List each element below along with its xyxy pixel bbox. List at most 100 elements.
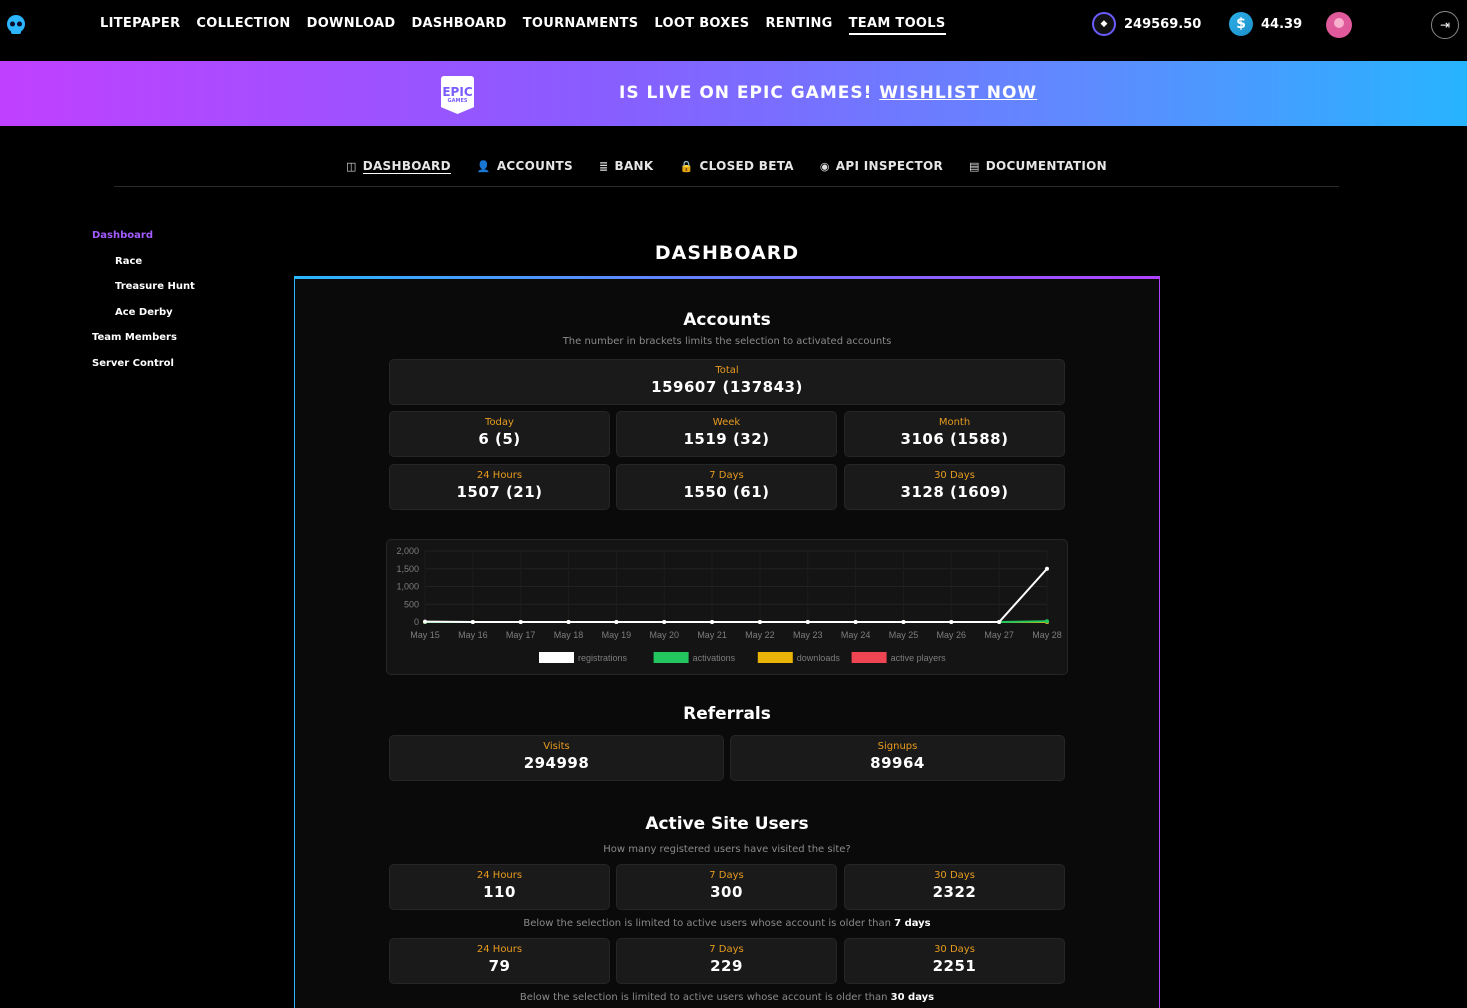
sidebar: Dashboard Race Treasure Hunt Ace Derby Team … [92, 230, 195, 383]
data-point [662, 620, 667, 624]
active-users-older-stat-card: 7 Days 229 [616, 938, 837, 984]
active-users-older-stat-card: 24 Hours 79 [389, 938, 610, 984]
legend-swatch [851, 652, 887, 663]
tab-label: BANK [614, 159, 654, 173]
nav-link-tournaments[interactable]: TOURNAMENTS [523, 16, 639, 35]
x-tick-label: May 26 [937, 630, 967, 640]
user-icon: 👤 [476, 159, 491, 173]
stat-value: 300 [710, 883, 743, 901]
x-tick-label: May 24 [841, 630, 871, 640]
stat-label: 30 Days [934, 470, 975, 481]
tab-accounts[interactable]: 👤 ACCOUNTS [477, 155, 573, 177]
epic-games-banner: EPIC GAMES IS LIVE ON EPIC GAMES! WISHLI… [0, 61, 1467, 126]
sidebar-item-race[interactable]: Race [92, 256, 195, 282]
x-tick-label: May 27 [984, 630, 1014, 640]
nav-link-renting[interactable]: RENTING [765, 16, 832, 35]
stat-value: 2322 [932, 883, 977, 901]
x-tick-label: May 17 [506, 630, 536, 640]
epic-games-logo[interactable]: EPIC GAMES [441, 76, 474, 114]
tab-label: DASHBOARD [362, 158, 451, 174]
stat-label: 24 Hours [476, 870, 523, 881]
stat-value: 6 (5) [478, 430, 521, 448]
stat-label: 7 Days [709, 870, 744, 881]
token-wallet[interactable]: ◆ 249569.50 [1092, 12, 1201, 36]
data-point [423, 619, 427, 624]
stat-value: 294998 [523, 754, 590, 772]
data-point [949, 620, 954, 624]
tab-dashboard[interactable]: ◫ DASHBOARD [346, 155, 451, 177]
eye-icon: ◉ [819, 159, 830, 173]
stat-label: 24 Hours [476, 470, 523, 481]
dashboard-icon: ◫ [345, 159, 357, 173]
accounts-stat-card: 30 Days 3128 (1609) [844, 464, 1065, 510]
nav-link-collection[interactable]: COLLECTION [196, 16, 290, 35]
nav-link-loot-boxes[interactable]: LOOT BOXES [654, 16, 749, 35]
data-point [1045, 619, 1049, 624]
active-users-stat-card: 24 Hours 110 [389, 864, 610, 910]
top-navigation: LITEPAPER COLLECTION DOWNLOAD DASHBOARD TOUR… [0, 0, 1467, 61]
stat-label: Week [712, 417, 741, 428]
sidebar-item-dashboard[interactable]: Dashboard [92, 230, 195, 256]
tab-documentation[interactable]: ▤ DOCUMENTATION [969, 155, 1107, 177]
y-tick-label: 2,000 [396, 546, 419, 556]
y-tick-label: 1,500 [396, 564, 419, 574]
sidebar-item-treasure-hunt[interactable]: Treasure Hunt [92, 281, 195, 307]
stat-label: 7 Days [709, 470, 744, 481]
active-users-note-30-days: Below the selection is limited to active… [519, 992, 935, 1003]
stat-value: 89964 [870, 754, 925, 772]
stat-value: 3106 (1588) [900, 430, 1009, 448]
stat-label: Visits [543, 741, 570, 752]
nav-link-dashboard[interactable]: DASHBOARD [411, 16, 506, 35]
nav-link-download[interactable]: DOWNLOAD [307, 16, 396, 35]
sidebar-item-team-members[interactable]: Team Members [92, 332, 195, 358]
data-point [901, 620, 906, 624]
y-tick-label: 0 [414, 617, 419, 627]
stat-value: 3128 (1609) [900, 483, 1009, 501]
cash-balance: 44.39 [1261, 16, 1303, 32]
x-tick-label: May 25 [889, 630, 919, 640]
active-users-stat-card: 30 Days 2322 [844, 864, 1065, 910]
active-users-title: Active Site Users [645, 814, 809, 834]
token-coin-icon: ◆ [1092, 12, 1116, 36]
team-tools-tabs: ◫ DASHBOARD 👤 ACCOUNTS ≣ BANK 🔒 CLOSED BETA ◉ API… [114, 155, 1339, 187]
nav-link-team-tools[interactable]: TEAM TOOLS [848, 16, 946, 35]
avatar[interactable] [1326, 12, 1352, 38]
tab-api-inspector[interactable]: ◉ API INSPECTOR [820, 155, 943, 177]
banner-message: IS LIVE ON EPIC GAMES! WISHLIST NOW [619, 83, 1038, 103]
x-tick-label: May 16 [458, 630, 488, 640]
skull-logo-icon[interactable] [5, 14, 27, 36]
book-icon: ▤ [968, 159, 980, 173]
sidebar-item-server-control[interactable]: Server Control [92, 358, 195, 384]
nav-link-litepaper[interactable]: LITEPAPER [100, 16, 180, 35]
accounts-stat-card: 7 Days 1550 (61) [616, 464, 837, 510]
cash-wallet[interactable]: $ 44.39 [1229, 12, 1302, 36]
x-tick-label: May 21 [697, 630, 727, 640]
stat-value: 79 [488, 957, 511, 975]
data-point [518, 620, 523, 624]
referrals-stat-card: Signups 89964 [730, 735, 1065, 781]
tab-closed-beta[interactable]: 🔒 CLOSED BETA [679, 155, 793, 177]
page-title: DASHBOARD [654, 242, 800, 264]
tab-label: DOCUMENTATION [985, 159, 1107, 173]
stat-label: 30 Days [934, 944, 975, 955]
stat-value: 1507 (21) [456, 483, 543, 501]
tab-label: CLOSED BETA [699, 159, 794, 173]
sidebar-item-ace-derby[interactable]: Ace Derby [92, 307, 195, 333]
logout-icon[interactable]: ⇥ [1431, 11, 1459, 39]
tab-label: ACCOUNTS [496, 159, 573, 173]
stat-value: 110 [483, 883, 516, 901]
legend-swatch [757, 652, 793, 663]
data-point [1045, 566, 1049, 571]
tab-bank[interactable]: ≣ BANK [599, 155, 654, 177]
x-tick-label: May 15 [410, 630, 440, 640]
accounts-chart: 2,000 1,500 1,000 500 0 May 15 May 16 May 17 May… [386, 539, 1068, 675]
lock-icon: 🔒 [679, 159, 694, 173]
active-users-stat-card: 7 Days 300 [616, 864, 837, 910]
stat-value: 2251 [932, 957, 977, 975]
accounts-subtitle: The number in brackets limits the select… [562, 336, 892, 347]
wishlist-link[interactable]: WISHLIST NOW [879, 83, 1037, 103]
series-line-registrations [424, 568, 1048, 623]
stat-label: 24 Hours [476, 944, 523, 955]
accounts-stat-card: 24 Hours 1507 (21) [389, 464, 610, 510]
data-point [566, 620, 571, 624]
